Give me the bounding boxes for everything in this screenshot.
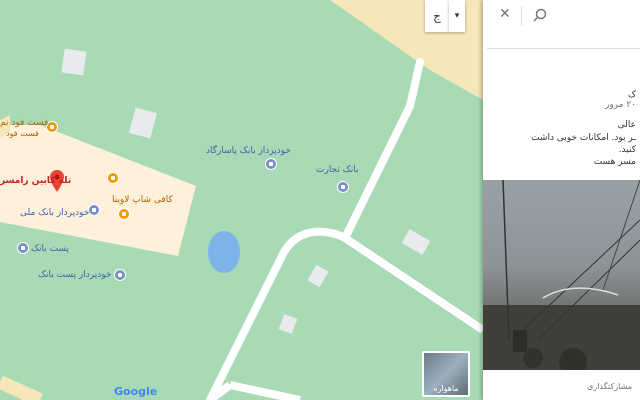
atm-icon[interactable] (88, 204, 100, 216)
place-photo[interactable] (483, 180, 640, 370)
review-count[interactable]: ۲۰ مرور (605, 100, 636, 110)
place-label-atm-melli[interactable]: خودپرداز بانک ملی (20, 208, 89, 218)
cable-car-image (483, 180, 640, 370)
google-logo: Google (114, 385, 158, 398)
satellite-label: ماهواره (433, 384, 459, 393)
layer-dropdown-button[interactable]: ▾ (449, 0, 465, 32)
coffee-cup-icon[interactable] (118, 208, 130, 220)
layer-button[interactable]: ج (425, 0, 449, 32)
place-label-fastfood-sub: فست فود (6, 129, 39, 138)
place-label-cablecar[interactable]: تله کابین رامسر (0, 176, 71, 186)
place-label-cafe[interactable]: کافی شاپ لاوینا (112, 195, 173, 205)
bank-icon[interactable] (17, 242, 29, 254)
atm-icon[interactable] (265, 158, 277, 170)
search-icon[interactable] (533, 8, 547, 22)
chevron-down-icon: ▾ (454, 11, 460, 21)
search-input[interactable] (551, 4, 640, 26)
map-base (0, 0, 483, 400)
map-canvas[interactable]: تله کابین رامسر فست فود نم فست فود کافی … (0, 0, 483, 400)
search-box[interactable]: ✕ (487, 0, 640, 49)
divider (521, 6, 522, 26)
layer-icon: ج (433, 9, 441, 23)
place-label-tejarat[interactable]: بانک تجارت (316, 165, 359, 175)
side-panel: ✕ ک ۲۰ مرور عالی ـر بود. امکانات خوبی دا… (483, 0, 640, 400)
review-line-3: کنید. (618, 145, 636, 155)
close-icon[interactable]: ✕ (499, 6, 511, 22)
review-line-1: عالی (617, 120, 636, 130)
contribute-link[interactable]: مشارکتگذاری (587, 382, 632, 391)
fork-knife-icon[interactable] (107, 172, 119, 184)
review-line-2: ـر بود. امکانات خوبی داشت (531, 133, 636, 143)
satellite-toggle-button[interactable]: ماهواره (422, 351, 470, 397)
place-label-fastfood[interactable]: فست فود نم (0, 118, 48, 128)
place-label-atm-pasargad[interactable]: خودپرداز بانک پاسارگاد (206, 146, 291, 156)
place-rating-fragment: ک (627, 90, 636, 100)
building-1 (61, 48, 87, 76)
place-label-atm-post[interactable]: خودپرداز پست بانک (38, 270, 111, 280)
place-label-post-bank[interactable]: پست بانک (31, 244, 69, 254)
atm-icon[interactable] (114, 269, 126, 281)
water-pond (208, 231, 240, 273)
bank-icon[interactable] (337, 181, 349, 193)
review-line-4: مسر هست (593, 157, 636, 167)
